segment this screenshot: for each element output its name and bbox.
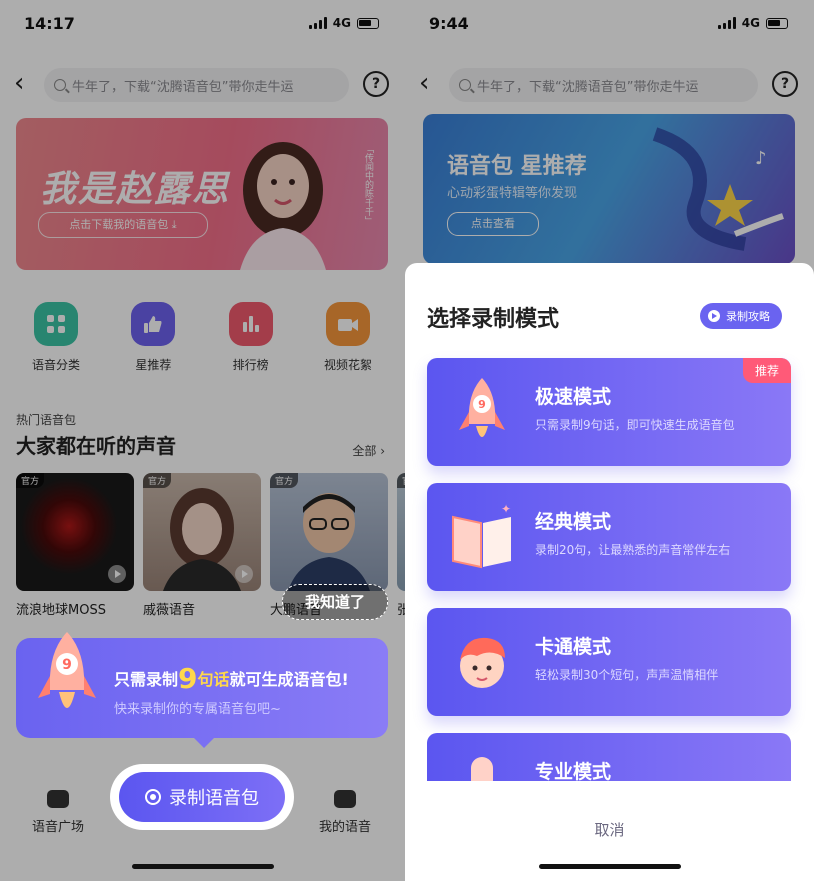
guide-label: 录制攻略 xyxy=(726,310,770,323)
record-voice-button[interactable]: 录制语音包 xyxy=(119,772,285,822)
mode-desc: 只需录制9句话，即可快速生成语音包 xyxy=(535,418,735,432)
svg-text:9: 9 xyxy=(478,398,486,411)
tip-suffix: 就可生成语音包! xyxy=(229,670,349,689)
tab-my-voice[interactable]: 我的语音 xyxy=(305,790,385,835)
rocket-icon: 9 xyxy=(38,632,96,708)
record-icon xyxy=(145,789,161,805)
mode-card-classic[interactable]: ✦ 经典模式 录制20句，让最熟悉的声音常伴左右 xyxy=(427,483,791,591)
i-know-button[interactable]: 我知道了 xyxy=(282,584,388,620)
mode-card-fast[interactable]: 推荐 9 极速模式 只需录制9句话，即可快速生成语音包 xyxy=(427,358,791,466)
record-guide-button[interactable]: 录制攻略 xyxy=(700,303,782,329)
dim-overlay[interactable] xyxy=(0,0,405,881)
rocket-icon: 9 xyxy=(459,378,505,437)
mode-card-cartoon[interactable]: 卡通模式 轻松录制30个短句，声声温情相伴 xyxy=(427,608,791,716)
record-label: 录制语音包 xyxy=(169,788,259,809)
home-indicator xyxy=(538,864,681,869)
svg-text:9: 9 xyxy=(62,657,72,673)
tip-subtitle: 快来录制你的专属语音包吧~ xyxy=(114,702,281,717)
tip-prefix: 只需录制 xyxy=(114,670,179,689)
play-circle-icon xyxy=(708,310,720,322)
mode-desc: 录制20句，让最熟悉的声音常伴左右 xyxy=(535,543,731,557)
microphone-icon xyxy=(471,757,493,781)
mode-title: 卡通模式 xyxy=(535,636,612,658)
svg-text:✦: ✦ xyxy=(501,502,511,516)
sheet-title: 选择录制模式 xyxy=(427,307,560,332)
cartoon-face-icon xyxy=(460,637,505,688)
tip-unit: 句话 xyxy=(197,670,230,689)
tab-label: 语音广场 xyxy=(31,820,84,835)
tab-voice-square[interactable]: 语音广场 xyxy=(18,790,98,835)
robot-face-icon xyxy=(334,790,356,808)
voice-wave-icon xyxy=(47,790,69,808)
record-mode-sheet: 选择录制模式 录制攻略 推荐 9 极速模式 只需录制9句话，即可快速生成语音包 … xyxy=(405,263,814,881)
mode-title: 极速模式 xyxy=(535,386,612,408)
tip-number: 9 xyxy=(178,662,198,695)
tab-label: 我的语音 xyxy=(318,820,371,835)
mode-desc: 轻松录制30个短句，声声温情相伴 xyxy=(535,668,719,682)
right-screen: 9:44 4G ‹ 牛年了，下载“沈腾语音包”带你走牛运 ? 语音包 星推荐 心… xyxy=(405,0,814,881)
cancel-button[interactable]: 取消 xyxy=(405,819,814,840)
mode-title: 专业模式 xyxy=(535,761,612,781)
record-highlight: 录制语音包 xyxy=(110,764,294,830)
record-tip-bubble: 9 只需录制9句话就可生成语音包! 快来录制你的专属语音包吧~ xyxy=(16,632,388,748)
home-indicator xyxy=(131,864,274,869)
mode-title: 经典模式 xyxy=(535,511,612,533)
left-screen: 14:17 4G ‹ 牛年了，下载“沈腾语音包”带你走牛运 ? 我是赵露思 点击… xyxy=(0,0,405,881)
mode-card-pro[interactable]: 专业模式 xyxy=(427,733,791,781)
recommended-badge: 推荐 xyxy=(742,358,791,383)
book-icon: ✦ xyxy=(452,502,511,569)
